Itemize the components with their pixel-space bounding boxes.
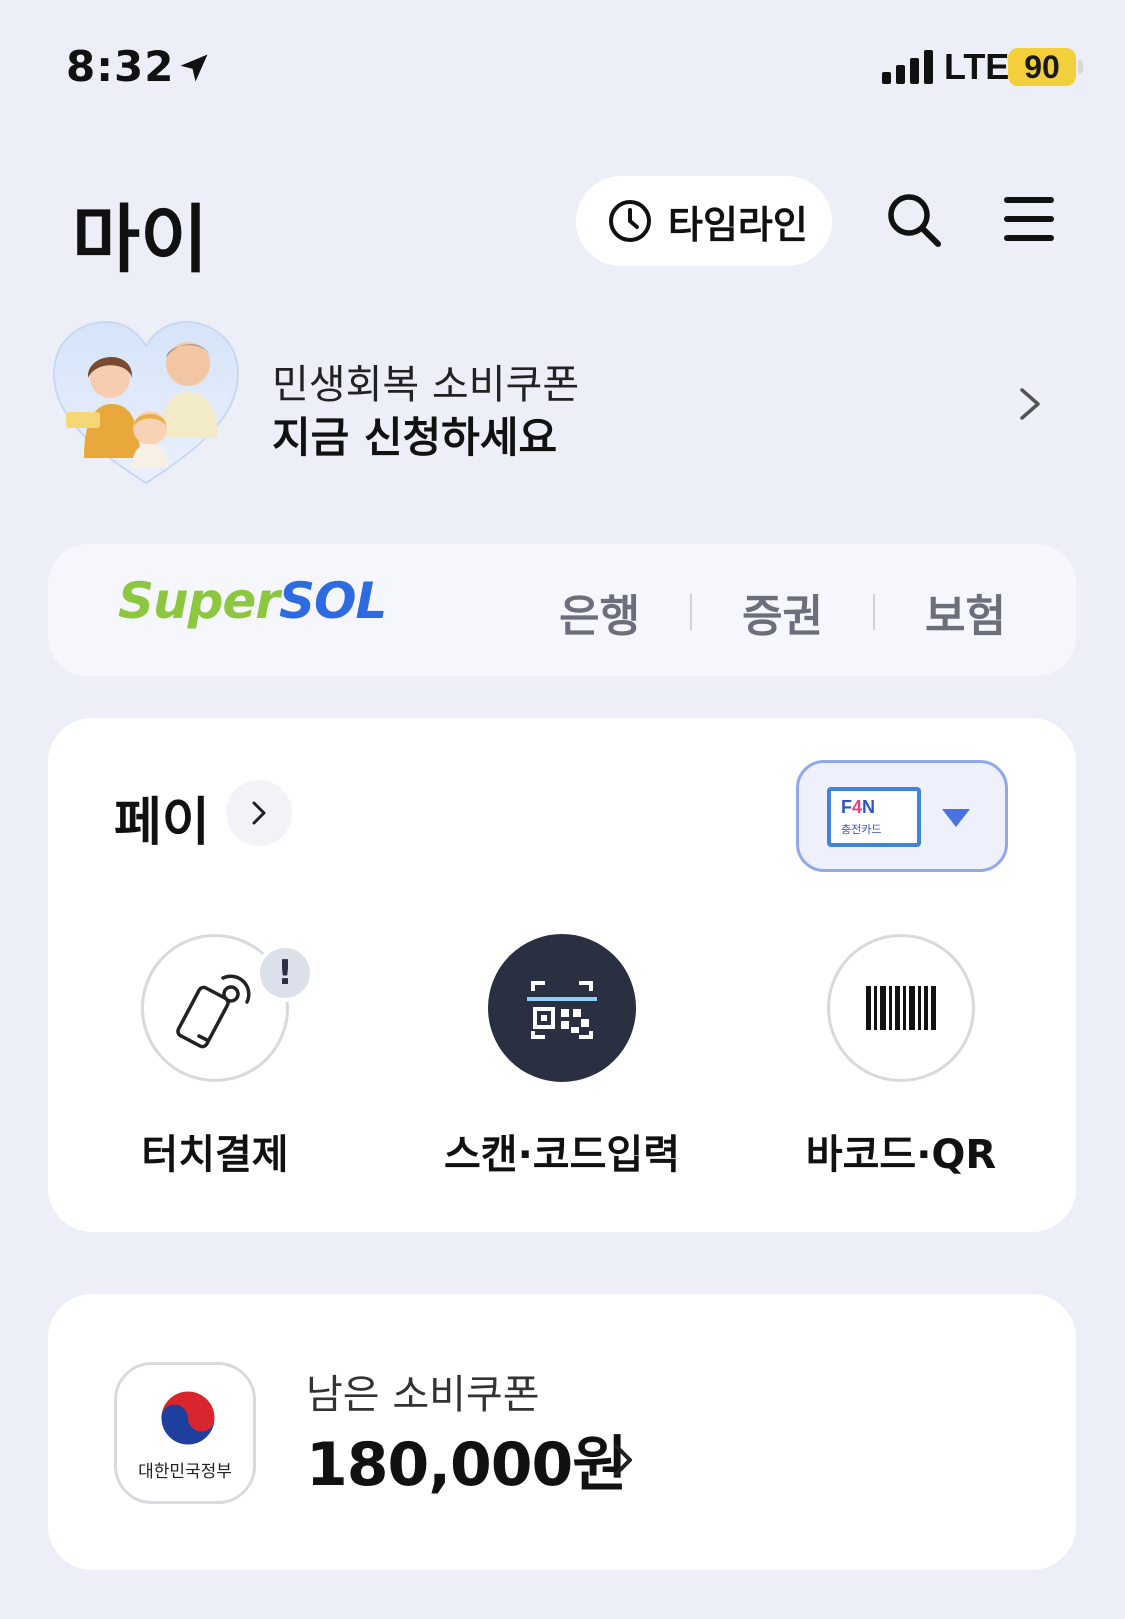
tab-securities[interactable]: 증권 [692, 580, 873, 644]
card-brand-f: F [841, 797, 852, 817]
card-thumbnail: F4N 충전카드 [827, 787, 921, 847]
supersol-tabs: 은행 증권 보험 [509, 580, 1006, 644]
scan-code-button[interactable]: 스캔·코드입력 [437, 934, 687, 1194]
scan-code-label: 스캔·코드입력 [444, 1132, 680, 1178]
pay-actions: ! 터치결제 스캔·코드입력 바코드·QR [48, 934, 1076, 1194]
chevron-right-icon [252, 801, 266, 825]
hamburger-menu-icon[interactable] [1004, 194, 1054, 244]
touch-payment-label: 터치결제 [141, 1132, 289, 1178]
my-page: 8:32 LTE 90 마이 타임라인 민생회복 소비쿠폰 지금 신청하세요 S… [0, 0, 1125, 1619]
barcode-icon [866, 986, 936, 1030]
coupon-amount: 180,000원 [306, 1430, 627, 1500]
battery-indicator: 90 [1008, 48, 1076, 86]
barcode-qr-button[interactable]: 바코드·QR [776, 934, 1026, 1194]
search-icon[interactable] [884, 190, 944, 250]
timeline-button[interactable]: 타임라인 [576, 176, 832, 266]
coupon-label: 남은 소비쿠폰 [306, 1372, 540, 1418]
promo-title: 지금 신청하세요 [272, 413, 558, 462]
coupon-promo-banner[interactable]: 민생회복 소비쿠폰 지금 신청하세요 [46, 318, 1086, 488]
promo-subtitle: 민생회복 소비쿠폰 [272, 362, 580, 408]
card-brand: F4N [841, 797, 875, 818]
gov-label: 대한민국정부 [138, 1462, 232, 1482]
status-time: 8:32 [66, 42, 175, 91]
alert-badge: ! [256, 944, 314, 1002]
touch-payment-button[interactable]: ! 터치결제 [90, 934, 340, 1194]
pay-more-button[interactable] [226, 780, 292, 846]
family-heart-illustration [52, 320, 240, 485]
supersol-card: SuperSOL 은행 증권 보험 [48, 544, 1076, 676]
caret-down-icon [942, 809, 970, 827]
pay-title[interactable]: 페이 [114, 780, 210, 855]
logo-sol-text: SOL [278, 572, 387, 630]
tab-insurance[interactable]: 보험 [875, 580, 1006, 644]
card-brand-n: N [862, 797, 876, 817]
chevron-right-icon [614, 1444, 632, 1476]
payment-card-selector[interactable]: F4N 충전카드 [796, 760, 1008, 872]
taegeuk-emblem-icon [160, 1390, 216, 1446]
logo-super-text: Super [118, 572, 280, 630]
barcode-qr-circle [827, 934, 975, 1082]
qr-scan-icon [527, 981, 597, 1039]
card-brand-4: 4 [852, 797, 863, 817]
pay-card: 페이 F4N 충전카드 ! 터치결제 스캔·코드입력 바코드·QR [48, 718, 1076, 1232]
network-type: LTE [944, 46, 1010, 87]
supersol-logo[interactable]: SuperSOL [118, 572, 387, 630]
signal-bars-icon [882, 50, 933, 84]
korea-government-logo: 대한민국정부 [114, 1362, 256, 1504]
tab-bank[interactable]: 은행 [509, 580, 690, 644]
barcode-qr-label: 바코드·QR [805, 1132, 997, 1178]
location-arrow-icon [180, 54, 208, 82]
chevron-right-icon [1020, 388, 1040, 420]
page-title: 마이 [72, 197, 209, 283]
remaining-coupon-card[interactable]: 대한민국정부 남은 소비쿠폰 180,000원 [48, 1294, 1076, 1570]
phone-nfc-icon [176, 974, 251, 1049]
scan-code-circle [488, 934, 636, 1082]
card-subtitle: 충전카드 [841, 823, 882, 836]
clock-icon [609, 200, 651, 242]
battery-cap [1078, 60, 1083, 74]
timeline-label: 타임라인 [668, 202, 808, 247]
